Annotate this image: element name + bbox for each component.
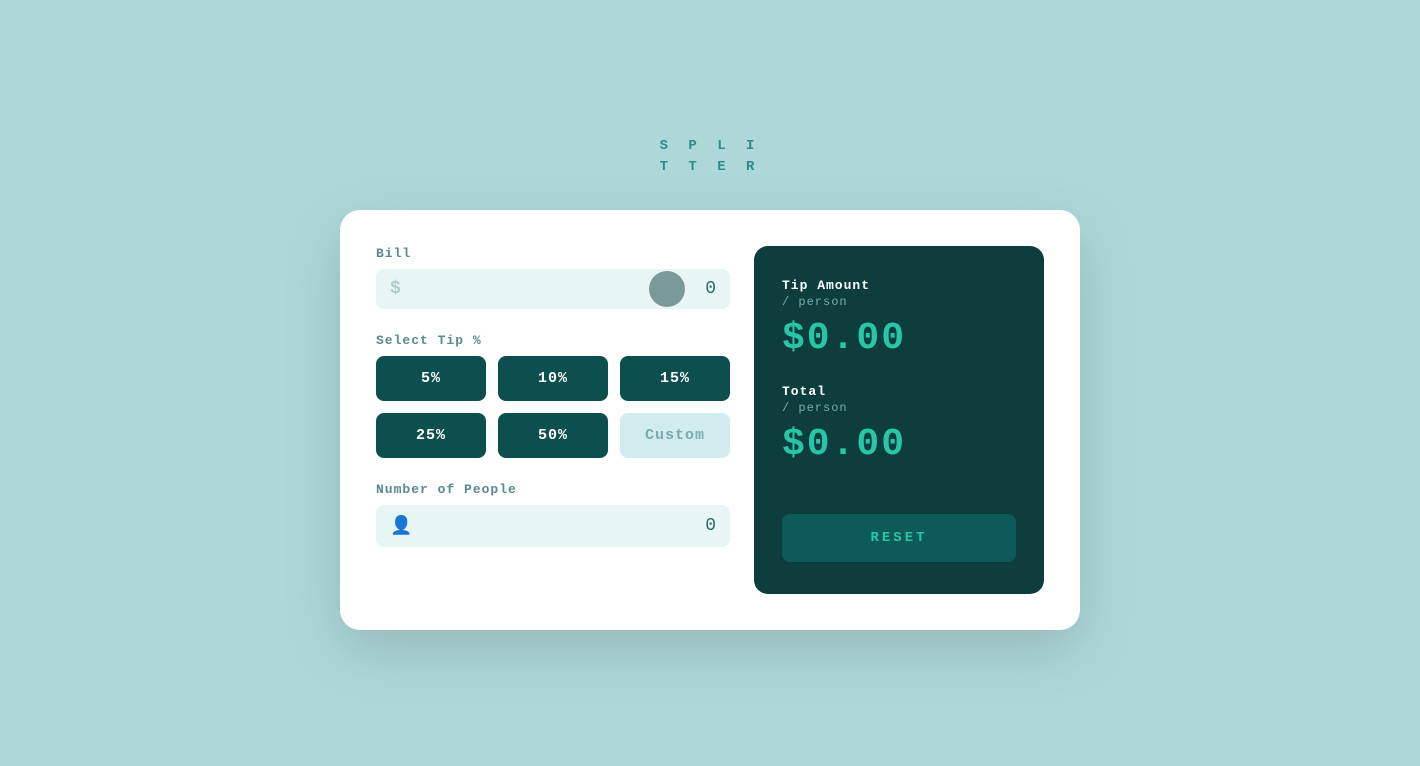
tip-label: Select Tip % — [376, 333, 730, 348]
tip-btn-15[interactable]: 15% — [620, 356, 730, 401]
tip-btn-custom[interactable]: Custom — [620, 413, 730, 458]
bill-label: Bill — [376, 246, 730, 261]
main-card: Bill $ Select Tip % 5% 10% 15% 25% 50% C… — [340, 210, 1080, 630]
right-panel: Tip Amount / person $0.00 Total / person… — [754, 246, 1044, 594]
people-label: Number of People — [376, 482, 730, 497]
tip-amount-value: $0.00 — [782, 317, 1016, 360]
total-label: Total — [782, 384, 1016, 399]
tip-btn-25[interactable]: 25% — [376, 413, 486, 458]
tip-btn-5[interactable]: 5% — [376, 356, 486, 401]
tip-btn-50[interactable]: 50% — [498, 413, 608, 458]
tip-amount-section: Tip Amount / person $0.00 — [782, 278, 1016, 360]
total-value: $0.00 — [782, 423, 1016, 466]
tip-amount-label: Tip Amount — [782, 278, 1016, 293]
currency-symbol: $ — [390, 279, 401, 299]
reset-button[interactable]: RESET — [782, 514, 1016, 562]
bill-section: Bill $ — [376, 246, 730, 309]
people-input[interactable] — [420, 516, 716, 536]
person-icon: 👤 — [390, 515, 412, 537]
tip-buttons-grid: 5% 10% 15% 25% 50% Custom — [376, 356, 730, 458]
total-per-person-label: / person — [782, 401, 1016, 415]
tip-per-person-label: / person — [782, 295, 1016, 309]
results-area: Tip Amount / person $0.00 Total / person… — [782, 278, 1016, 490]
left-panel: Bill $ Select Tip % 5% 10% 15% 25% 50% C… — [376, 246, 730, 594]
people-section: Number of People 👤 — [376, 482, 730, 547]
tip-btn-10[interactable]: 10% — [498, 356, 608, 401]
bill-icon-circle — [649, 271, 685, 307]
people-input-wrapper: 👤 — [376, 505, 730, 547]
bill-input-wrapper: $ — [376, 269, 730, 309]
total-section: Total / person $0.00 — [782, 384, 1016, 466]
tip-section: Select Tip % 5% 10% 15% 25% 50% Custom — [376, 333, 730, 458]
app-title: S P L I T T E R — [660, 136, 761, 178]
